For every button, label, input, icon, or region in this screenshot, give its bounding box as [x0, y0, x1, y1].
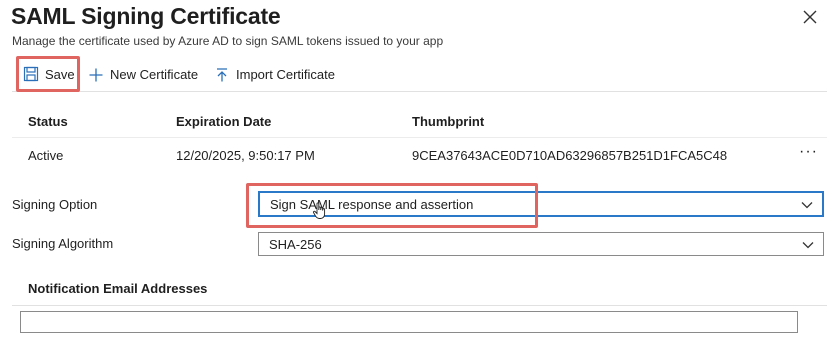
new-certificate-label: New Certificate — [110, 67, 199, 82]
save-button[interactable]: Save — [16, 56, 80, 92]
signing-algorithm-dropdown[interactable]: SHA-256 — [258, 232, 824, 256]
certificate-table-header: Status Expiration Date Thumbprint — [12, 105, 827, 138]
page-subtitle: Manage the certificate used by Azure AD … — [12, 34, 444, 48]
divider — [12, 305, 827, 306]
plus-icon — [89, 68, 103, 81]
notification-email-label: Notification Email Addresses — [28, 281, 208, 296]
import-certificate-button[interactable]: Import Certificate — [214, 58, 335, 91]
signing-algorithm-value: SHA-256 — [269, 236, 322, 252]
command-bar: Save New Certificate Import Certificate — [12, 56, 827, 92]
close-icon[interactable] — [799, 6, 821, 28]
chevron-down-icon — [801, 202, 813, 209]
signing-option-label: Signing Option — [12, 197, 98, 212]
more-options-icon[interactable]: ··· — [799, 143, 818, 161]
chevron-down-icon — [802, 242, 814, 249]
save-label: Save — [45, 66, 75, 82]
signing-option-value: Sign SAML response and assertion — [270, 196, 474, 212]
signing-option-dropdown[interactable]: Sign SAML response and assertion — [258, 191, 824, 217]
hand-cursor-icon — [312, 202, 326, 219]
certificate-status: Active — [28, 148, 64, 163]
notification-email-input[interactable] — [20, 311, 798, 333]
column-header-thumbprint: Thumbprint — [412, 114, 485, 129]
upload-icon — [217, 67, 227, 81]
save-icon — [23, 66, 39, 82]
signing-algorithm-label: Signing Algorithm — [12, 236, 114, 251]
page-title: SAML Signing Certificate — [11, 3, 281, 29]
import-certificate-label: Import Certificate — [236, 67, 335, 82]
new-certificate-button[interactable]: New Certificate — [88, 58, 198, 91]
certificate-thumbprint: 9CEA37643ACE0D710AD63296857B251D1FCA5C48 — [412, 148, 728, 163]
column-header-expiration: Expiration Date — [176, 114, 272, 129]
column-header-status: Status — [28, 114, 68, 129]
certificate-expiration: 12/20/2025, 9:50:17 PM — [176, 148, 315, 163]
table-row[interactable]: Active 12/20/2025, 9:50:17 PM 9CEA37643A… — [12, 139, 827, 171]
